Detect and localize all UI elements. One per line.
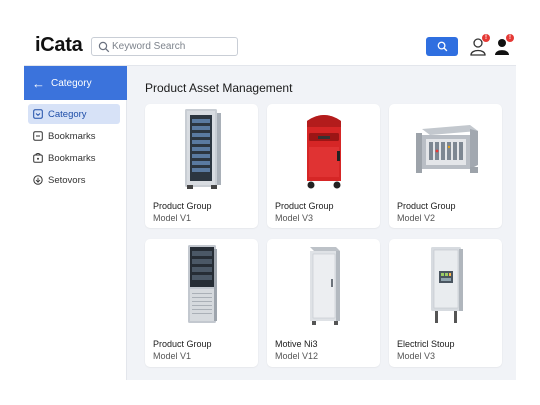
product-image bbox=[145, 239, 258, 329]
user-profile-button[interactable]: ! bbox=[469, 34, 490, 57]
product-card[interactable]: Product Group Model V2 bbox=[389, 104, 502, 228]
sidebar-item-label: Bookmarks bbox=[48, 130, 96, 142]
product-model: Model V12 bbox=[275, 351, 319, 361]
tower-server-icon bbox=[187, 245, 217, 323]
product-name: Product Group bbox=[275, 201, 334, 211]
product-name: Electricl Stoup bbox=[397, 339, 455, 349]
bookmark-icon bbox=[33, 131, 43, 141]
sidebar-item-settings[interactable]: Setovors bbox=[28, 170, 120, 190]
product-image bbox=[389, 239, 502, 329]
app-window: iCata ! ! bbox=[24, 26, 516, 380]
sidebar-item-label: Category bbox=[48, 108, 87, 120]
sidebar-item-bookmarks[interactable]: Bookmarks bbox=[28, 126, 120, 146]
product-image bbox=[145, 104, 258, 194]
red-cabinet-icon bbox=[306, 115, 341, 189]
page-title: Product Asset Management bbox=[145, 81, 293, 95]
notification-badge: ! bbox=[482, 34, 490, 42]
product-card[interactable]: Electricl Stoup Model V3 bbox=[389, 239, 502, 367]
product-model: Model V1 bbox=[153, 213, 192, 223]
sidebar-item-label: Setovors bbox=[48, 174, 86, 186]
product-card[interactable]: Product Group Model V1 bbox=[145, 104, 258, 228]
sidebar: ← Category Category Bookmarks Bookmarks … bbox=[24, 66, 127, 380]
product-name: Product Group bbox=[153, 339, 212, 349]
settings-icon bbox=[33, 175, 43, 185]
lock-icon bbox=[33, 153, 43, 163]
open-chassis-icon bbox=[415, 125, 478, 173]
account-badge: ! bbox=[506, 34, 514, 42]
search-button[interactable] bbox=[426, 37, 458, 56]
product-card[interactable]: Motive Ni3 Model V12 bbox=[267, 239, 380, 367]
product-card[interactable]: Product Group Model V3 bbox=[267, 104, 380, 228]
search-box[interactable] bbox=[91, 37, 238, 56]
product-model: Model V3 bbox=[275, 213, 314, 223]
product-image bbox=[267, 104, 380, 194]
grey-cabinet-icon bbox=[309, 247, 340, 325]
product-model: Model V2 bbox=[397, 213, 436, 223]
search-icon bbox=[98, 41, 110, 53]
product-model: Model V1 bbox=[153, 351, 192, 361]
account-button[interactable]: ! bbox=[493, 34, 514, 57]
product-name: Motive Ni3 bbox=[275, 339, 318, 349]
sidebar-back-button[interactable]: ← Category bbox=[24, 66, 127, 100]
product-name: Product Group bbox=[397, 201, 456, 211]
arrow-left-icon: ← bbox=[32, 75, 45, 91]
sidebar-item-label: Bookmarks bbox=[48, 152, 96, 164]
top-bar: iCata ! ! bbox=[24, 26, 516, 66]
category-icon bbox=[33, 109, 43, 119]
product-card[interactable]: Product Group Model V1 bbox=[145, 239, 258, 367]
product-image bbox=[389, 104, 502, 194]
product-model: Model V3 bbox=[397, 351, 436, 361]
search-icon bbox=[437, 41, 447, 52]
electrical-panel-icon bbox=[430, 247, 463, 323]
sidebar-item-category[interactable]: Category bbox=[28, 104, 120, 124]
app-logo: iCata bbox=[35, 34, 83, 56]
product-image bbox=[267, 239, 380, 329]
search-input[interactable] bbox=[112, 39, 232, 54]
sidebar-back-label: Category bbox=[51, 77, 92, 89]
sidebar-item-bookmarks-2[interactable]: Bookmarks bbox=[28, 148, 120, 168]
server-rack-icon bbox=[184, 109, 221, 189]
product-name: Product Group bbox=[153, 201, 212, 211]
